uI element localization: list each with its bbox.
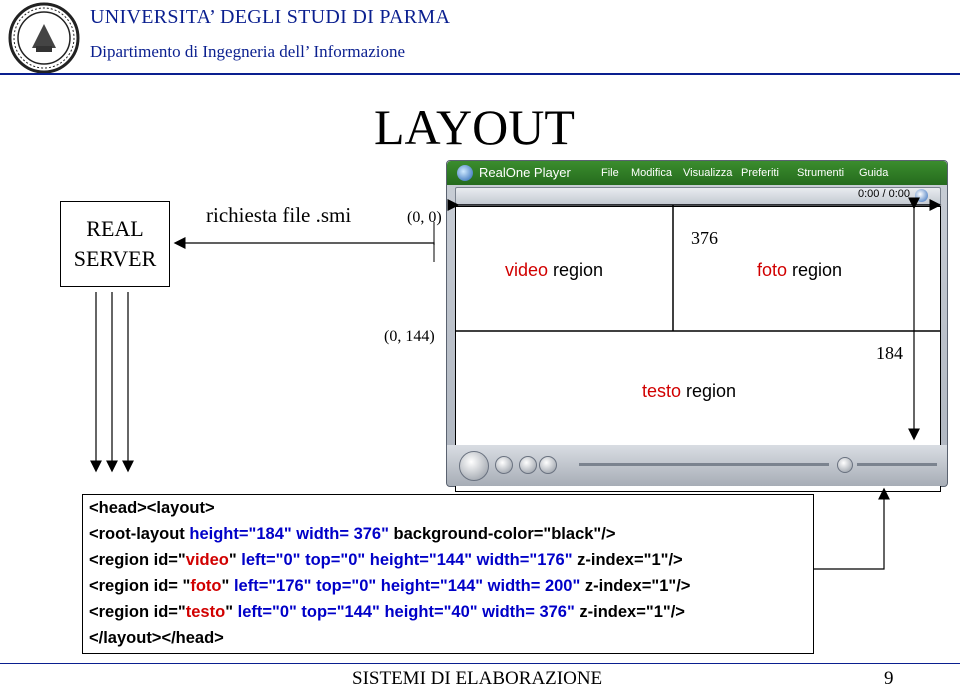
- testo-region-label: testo region: [642, 381, 737, 401]
- fast-forward-button[interactable]: [539, 456, 557, 474]
- slide-title: LAYOUT: [374, 99, 575, 155]
- volume-icon[interactable]: [837, 457, 853, 473]
- university-seal-icon: [8, 2, 80, 74]
- page-number: 9: [884, 668, 894, 689]
- play-button[interactable]: [459, 451, 489, 481]
- menu-preferiti[interactable]: Preferiti: [741, 167, 779, 179]
- code-to-player-arrow: [814, 487, 890, 570]
- server-label-line1: REAL: [86, 216, 144, 241]
- player-controls: [447, 445, 947, 486]
- player-statusbar: 0:00 / 0:00: [455, 187, 941, 205]
- code-line-testo-region: <region id="testo" left="0" top="144" he…: [89, 603, 685, 621]
- footer-divider: [0, 663, 960, 664]
- realone-player-window: RealOne Player File Modifica Visualizza …: [446, 160, 948, 492]
- department-name: Dipartimento di Ingegneria dell’ Informa…: [90, 42, 406, 61]
- player-name: RealOne Player: [479, 165, 571, 180]
- menu-strumenti[interactable]: Strumenti: [797, 167, 844, 179]
- menu-guida[interactable]: Guida: [859, 167, 888, 179]
- height-dimension-label: 184: [876, 343, 903, 363]
- volume-slider[interactable]: [857, 463, 937, 466]
- request-label: richiesta file .smi: [206, 203, 352, 227]
- code-line-root-layout: <root-layout height="184" width= 376" ba…: [89, 525, 616, 543]
- request-arrow: [173, 237, 435, 249]
- real-server-box: REAL SERVER: [60, 201, 170, 287]
- player-titlebar: RealOne Player File Modifica Visualizza …: [447, 161, 947, 185]
- video-region-label: video region: [505, 260, 604, 280]
- testo-coordinate: (0, 144): [384, 328, 435, 345]
- seek-bar[interactable]: [579, 463, 829, 466]
- server-label-line2: SERVER: [73, 246, 157, 271]
- stop-button[interactable]: [495, 456, 513, 474]
- origin-coordinate: (0, 0): [407, 209, 442, 226]
- smil-code-box: <head><layout> <root-layout height="184"…: [82, 494, 814, 654]
- code-line-head: <head><layout>: [89, 499, 215, 517]
- menu-modifica[interactable]: Modifica: [631, 167, 672, 179]
- code-line-close: </layout></head>: [89, 629, 224, 647]
- header-divider: [0, 73, 960, 75]
- menu-visualizza[interactable]: Visualizza: [683, 167, 732, 179]
- code-line-foto-region: <region id= "foto" left="176" top="0" he…: [89, 577, 691, 595]
- foto-region-label: foto region: [757, 260, 843, 280]
- width-dimension-label: 376: [691, 228, 718, 248]
- university-name: UNIVERSITA’ DEGLI STUDI DI PARMA: [90, 6, 451, 28]
- realone-logo-icon: [457, 165, 473, 181]
- code-line-video-region: <region id="video" left="0" top="0" heig…: [89, 551, 683, 569]
- course-name: SISTEMI DI ELABORAZIONE: [352, 668, 603, 689]
- menu-file[interactable]: File: [601, 167, 619, 179]
- rewind-button[interactable]: [519, 456, 537, 474]
- globe-icon[interactable]: [915, 189, 928, 202]
- timecode: 0:00 / 0:00: [858, 188, 910, 200]
